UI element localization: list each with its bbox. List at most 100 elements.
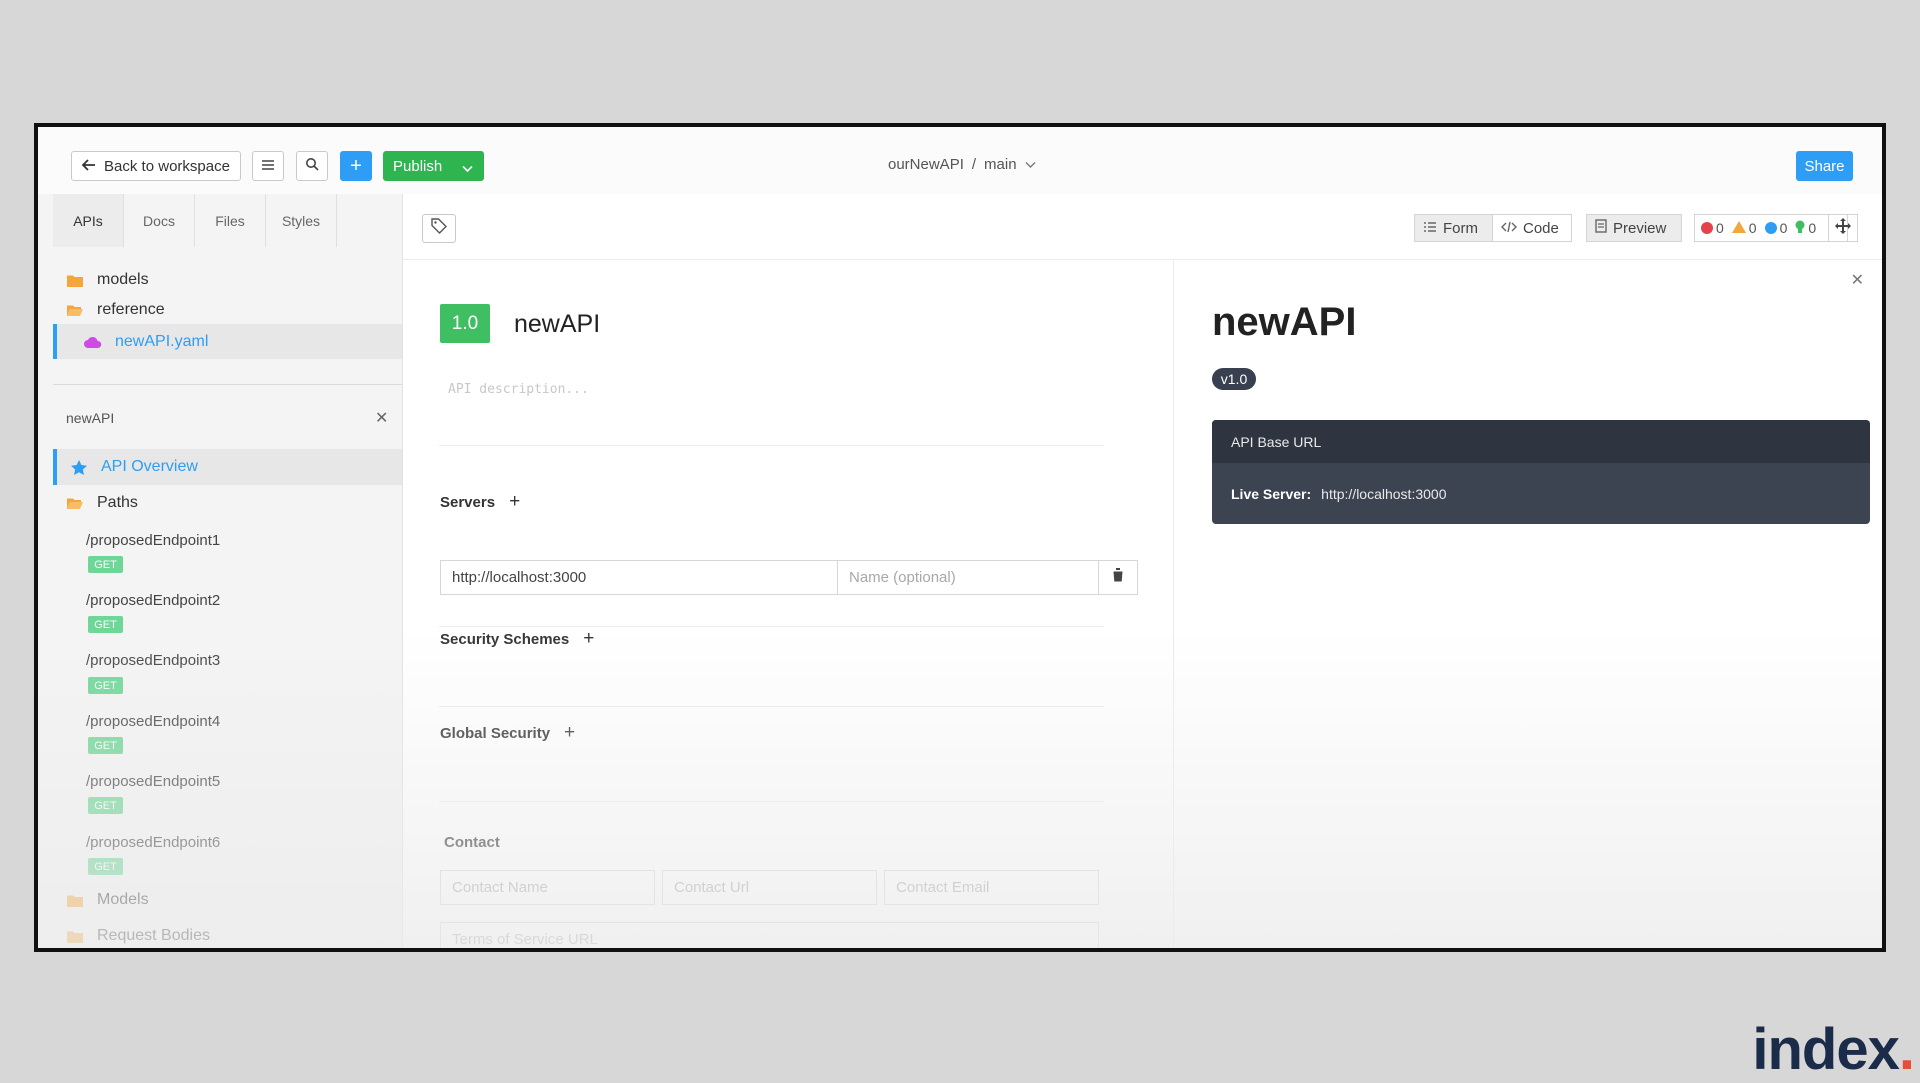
tree-item-paths[interactable]: Paths <box>53 487 402 519</box>
error-icon <box>1701 222 1713 234</box>
add-security-scheme-icon[interactable]: + <box>583 628 594 650</box>
server-name-input[interactable]: Name (optional) <box>837 560 1099 595</box>
contact-name-input[interactable]: Contact Name <box>440 870 655 905</box>
lightbulb-icon <box>1795 220 1805 237</box>
form-view-button[interactable]: Form <box>1414 214 1493 242</box>
star-icon <box>69 459 89 475</box>
form-label: Form <box>1443 219 1478 237</box>
api-overview-item[interactable]: API Overview <box>53 449 402 485</box>
method-badge[interactable]: GET <box>88 616 123 633</box>
add-global-security-icon[interactable]: + <box>564 722 575 744</box>
folder-icon <box>65 930 85 943</box>
code-icon <box>1501 220 1517 237</box>
close-icon[interactable]: ✕ <box>1851 270 1864 290</box>
tree-item-models-section[interactable]: Models <box>53 884 402 916</box>
tree-item-newapi-yaml[interactable]: newAPI.yaml <box>53 324 402 359</box>
code-label: Code <box>1523 219 1559 237</box>
endpoint-path[interactable]: /proposedEndpoint5 <box>86 773 220 790</box>
back-to-workspace-button[interactable]: Back to workspace <box>71 151 241 181</box>
chevron-down-icon[interactable] <box>1025 156 1036 173</box>
diagnostics-counter[interactable]: 0 0 0 0 <box>1694 214 1848 242</box>
tab-files[interactable]: Files <box>195 194 266 247</box>
tree-item-models[interactable]: models <box>53 264 402 296</box>
app-window: Back to workspace + Publish ourNewAPI / … <box>34 123 1886 952</box>
folder-open-icon <box>65 497 85 510</box>
tree-item-label: Request Bodies <box>97 927 210 944</box>
menu-button[interactable] <box>252 151 284 181</box>
code-view-button[interactable]: Code <box>1492 214 1572 242</box>
branch-selector[interactable]: main <box>984 156 1017 173</box>
add-server-icon[interactable]: + <box>509 491 520 513</box>
error-count: 0 <box>1701 220 1724 236</box>
trash-icon <box>1112 568 1124 587</box>
index-watermark-logo: index. <box>1752 1016 1915 1083</box>
editor-toolbar: Form Code Preview 0 0 0 0 <box>403 194 1882 260</box>
section-divider <box>439 445 1104 446</box>
contact-label: Contact <box>444 834 500 851</box>
tab-apis[interactable]: APIs <box>53 194 124 247</box>
share-button[interactable]: Share <box>1796 151 1853 181</box>
hint-count: 0 <box>1795 220 1816 237</box>
delete-server-button[interactable] <box>1098 560 1138 595</box>
search-icon <box>305 157 319 175</box>
watermark-dot: . <box>1898 1017 1915 1082</box>
tree-item-label: reference <box>97 301 165 318</box>
servers-label: Servers <box>440 493 496 511</box>
tag-icon <box>431 218 447 239</box>
live-server-row: Live Server: http://localhost:3000 <box>1212 463 1870 524</box>
security-schemes-title: Security Schemes + <box>440 628 594 650</box>
tree-item-label: newAPI.yaml <box>115 332 209 350</box>
close-icon[interactable]: ✕ <box>375 408 388 428</box>
live-server-label: Live Server: <box>1231 485 1312 502</box>
api-description-input[interactable]: API description... <box>448 382 589 397</box>
warning-icon <box>1731 220 1746 236</box>
endpoint-path[interactable]: /proposedEndpoint1 <box>86 532 220 549</box>
add-button[interactable]: + <box>340 151 372 181</box>
servers-section-label: Servers + <box>440 491 520 513</box>
endpoint-path[interactable]: /proposedEndpoint2 <box>86 592 220 609</box>
version-badge[interactable]: 1.0 <box>440 304 490 343</box>
preview-pane: ✕ newAPI v1.0 API Base URL Live Server: … <box>1174 260 1882 948</box>
watermark-text: index <box>1752 1017 1899 1082</box>
project-name[interactable]: ourNewAPI <box>888 156 964 173</box>
folder-open-icon <box>65 304 85 317</box>
search-button[interactable] <box>296 151 328 181</box>
method-badge[interactable]: GET <box>88 556 123 573</box>
method-badge[interactable]: GET <box>88 677 123 694</box>
api-title-field[interactable]: newAPI <box>514 310 600 339</box>
endpoint-path[interactable]: /proposedEndpoint3 <box>86 652 220 669</box>
breadcrumb-separator: / <box>971 156 977 173</box>
publish-label: Publish <box>393 157 443 175</box>
folder-icon <box>65 894 85 907</box>
preview-version-badge: v1.0 <box>1212 368 1256 390</box>
move-arrows-icon <box>1835 217 1851 239</box>
tab-styles[interactable]: Styles <box>266 194 337 247</box>
server-url-input[interactable]: http://localhost:3000 <box>440 560 838 595</box>
tree-item-label: Paths <box>97 494 138 511</box>
tree-item-request-bodies[interactable]: Request Bodies <box>53 920 402 948</box>
endpoint-path[interactable]: /proposedEndpoint6 <box>86 834 220 851</box>
preview-title: newAPI <box>1212 300 1357 344</box>
tree-item-reference[interactable]: reference <box>53 294 402 326</box>
warning-count: 0 <box>1731 220 1757 236</box>
contact-email-input[interactable]: Contact Email <box>884 870 1099 905</box>
section-divider <box>439 801 1104 802</box>
info-count-value: 0 <box>1779 220 1788 236</box>
live-server-url[interactable]: http://localhost:3000 <box>1321 486 1446 502</box>
contact-url-input[interactable]: Contact Url <box>662 870 877 905</box>
error-count-value: 0 <box>1716 220 1724 236</box>
tab-docs[interactable]: Docs <box>124 194 195 247</box>
tag-button[interactable] <box>422 214 456 243</box>
method-badge[interactable]: GET <box>88 797 123 814</box>
method-badge[interactable]: GET <box>88 737 123 754</box>
terms-of-service-input[interactable]: Terms of Service URL <box>440 922 1099 948</box>
global-security-title: Global Security + <box>440 722 575 744</box>
move-button[interactable] <box>1828 214 1858 242</box>
publish-button[interactable]: Publish <box>383 151 484 181</box>
cloud-icon <box>83 336 103 348</box>
arrow-left-icon <box>81 158 96 175</box>
preview-toggle-button[interactable]: Preview <box>1586 214 1682 242</box>
method-badge[interactable]: GET <box>88 858 123 875</box>
endpoint-path[interactable]: /proposedEndpoint4 <box>86 713 220 730</box>
list-icon <box>261 158 275 175</box>
